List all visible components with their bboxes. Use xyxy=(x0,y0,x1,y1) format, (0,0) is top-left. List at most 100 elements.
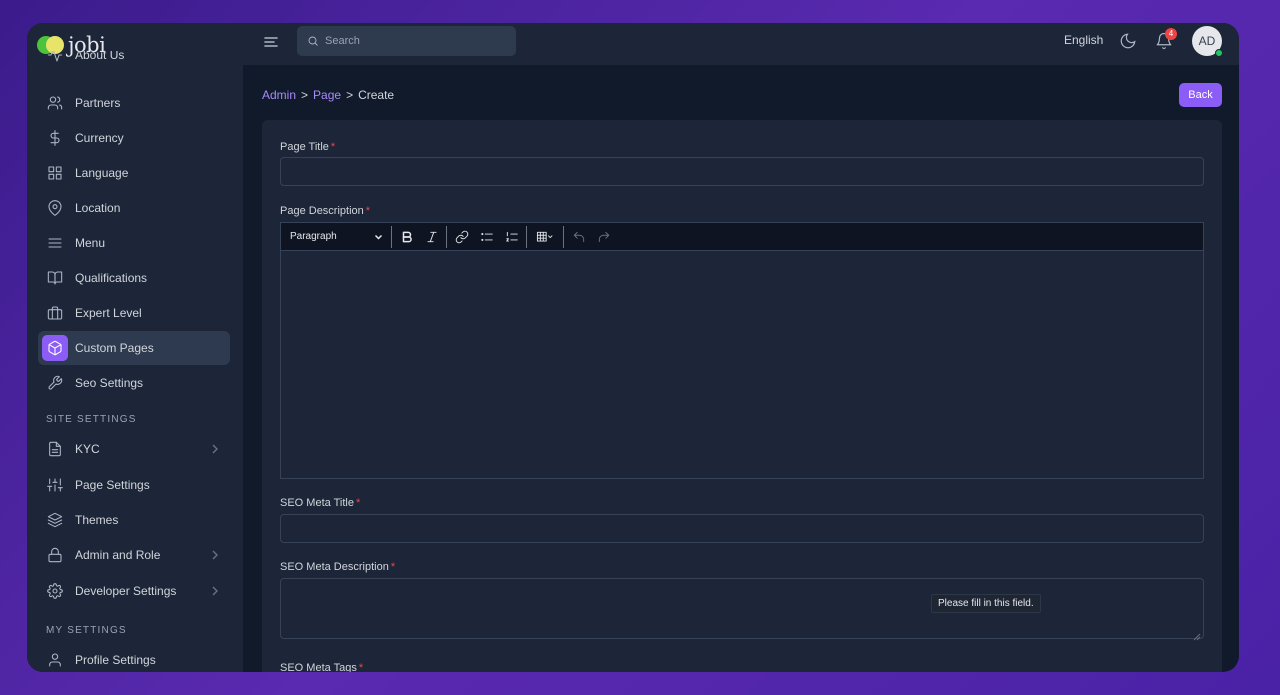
toolbar-divider xyxy=(446,225,447,248)
file-icon xyxy=(42,436,68,462)
sidebar-item-profile-settings[interactable]: Profile Settings xyxy=(38,643,230,672)
breadcrumb-current: Create xyxy=(358,88,395,102)
sidebar-item-themes[interactable]: Themes xyxy=(38,503,230,537)
chevron-right-icon xyxy=(210,585,220,597)
editor-content-area[interactable] xyxy=(281,251,1203,478)
seo-meta-title-label: SEO Meta Title * xyxy=(280,497,361,509)
resize-handle-icon[interactable] xyxy=(1193,628,1201,641)
sidebar-item-partners[interactable]: Partners xyxy=(38,86,230,120)
sidebar-item-label: Partners xyxy=(75,96,121,110)
moon-icon[interactable] xyxy=(1119,32,1137,50)
validation-tooltip: Please fill in this field. xyxy=(931,594,1041,613)
sidebar-item-expert-level[interactable]: Expert Level xyxy=(38,296,230,330)
toolbar-divider xyxy=(563,225,564,248)
sidebar-item-label: Expert Level xyxy=(75,306,142,320)
seo-meta-title-input[interactable] xyxy=(280,514,1204,543)
paragraph-format-value: Paragraph xyxy=(290,231,337,242)
insert-table-icon[interactable] xyxy=(529,223,561,251)
sidebar-item-label: Seo Settings xyxy=(75,376,144,390)
briefcase-icon xyxy=(42,300,68,326)
user-icon xyxy=(42,647,68,672)
sidebar-item-label: About Us xyxy=(75,51,125,62)
language-selector[interactable]: English xyxy=(1064,33,1103,47)
sidebar-item-label: Page Settings xyxy=(75,478,150,492)
sidebar-item-menu[interactable]: Menu xyxy=(38,226,230,260)
sidebar-item-language[interactable]: Language xyxy=(38,156,230,190)
sidebar-item-location[interactable]: Location xyxy=(38,191,230,225)
breadcrumb: Admin > Page > Create xyxy=(262,88,394,102)
bell-icon[interactable]: 4 xyxy=(1155,28,1177,50)
avatar-initials: AD xyxy=(1198,34,1216,48)
users-icon xyxy=(42,90,68,116)
sidebar-item-developer-settings[interactable]: Developer Settings xyxy=(38,574,230,608)
sidebar-item-seo-settings[interactable]: Seo Settings xyxy=(38,366,230,400)
wrench-icon xyxy=(42,370,68,396)
avatar[interactable]: AD xyxy=(1192,26,1223,57)
app-window: jobi About Us Partners Currency Language xyxy=(27,23,1239,672)
menu-icon xyxy=(42,230,68,256)
section-title-site-settings: SITE SETTINGS xyxy=(46,414,137,425)
box-icon xyxy=(42,335,68,361)
section-title-my-settings: MY SETTINGS xyxy=(46,625,127,636)
breadcrumb-page-link[interactable]: Page xyxy=(313,88,341,102)
bulleted-list-icon[interactable] xyxy=(474,223,499,251)
sidebar-item-kyc[interactable]: KYC xyxy=(38,432,230,466)
activity-icon xyxy=(42,51,68,68)
numbered-list-icon[interactable] xyxy=(499,223,524,251)
top-bar: English 4 AD xyxy=(243,23,1239,65)
sidebar-item-label: Language xyxy=(75,166,129,180)
toolbar-divider xyxy=(391,225,392,248)
grid-icon xyxy=(42,160,68,186)
page-title-label: Page Title * xyxy=(280,141,336,153)
sidebar-item-qualifications[interactable]: Qualifications xyxy=(38,261,230,295)
sidebar-item-about-us[interactable]: About Us xyxy=(38,51,230,71)
sidebar-item-label: Themes xyxy=(75,513,119,527)
paragraph-format-select[interactable]: Paragraph xyxy=(281,223,389,251)
breadcrumb-separator: > xyxy=(346,88,354,102)
page-description-label: Page Description * xyxy=(280,205,371,217)
sidebar-item-page-settings[interactable]: Page Settings xyxy=(38,468,230,502)
page-title-input[interactable] xyxy=(280,157,1204,186)
book-icon xyxy=(42,265,68,291)
sidebar-item-label: Menu xyxy=(75,236,106,250)
online-status-dot xyxy=(1215,49,1223,57)
breadcrumb-admin-link[interactable]: Admin xyxy=(262,88,296,102)
sliders-icon xyxy=(42,472,68,498)
chevron-right-icon xyxy=(210,549,220,561)
seo-meta-tags-label: SEO Meta Tags * xyxy=(280,662,364,672)
redo-icon[interactable] xyxy=(591,223,616,251)
dollar-icon xyxy=(42,125,68,151)
italic-icon[interactable] xyxy=(419,223,444,251)
sidebar-item-custom-pages[interactable]: Custom Pages xyxy=(38,331,230,365)
search-icon xyxy=(308,36,318,46)
search-input[interactable] xyxy=(325,35,505,47)
sidebar-item-label: KYC xyxy=(75,442,100,456)
breadcrumb-separator: > xyxy=(301,88,309,102)
toolbar-divider xyxy=(526,225,527,248)
chevron-right-icon xyxy=(210,443,220,455)
seo-meta-description-label: SEO Meta Description * xyxy=(280,561,396,573)
chevron-down-icon xyxy=(374,233,383,241)
search-box[interactable] xyxy=(297,26,516,56)
lock-icon xyxy=(42,542,68,568)
sidebar-item-currency[interactable]: Currency xyxy=(38,121,230,155)
editor-toolbar: Paragraph xyxy=(281,223,1203,251)
notification-badge: 4 xyxy=(1165,28,1177,40)
sidebar-item-admin-and-role[interactable]: Admin and Role xyxy=(38,538,230,572)
sidebar-item-label: Custom Pages xyxy=(75,341,154,355)
sidebar-item-label: Admin and Role xyxy=(75,548,161,562)
sidebar: jobi About Us Partners Currency Language xyxy=(27,23,243,672)
rich-text-editor: Paragraph xyxy=(280,222,1204,479)
menu-toggle-icon[interactable] xyxy=(263,34,279,50)
sidebar-item-label: Profile Settings xyxy=(75,653,156,667)
link-icon[interactable] xyxy=(449,223,474,251)
sidebar-item-label: Location xyxy=(75,201,121,215)
sidebar-item-label: Qualifications xyxy=(75,271,148,285)
layers-icon xyxy=(42,507,68,533)
seo-meta-description-textarea[interactable] xyxy=(280,578,1204,641)
bold-icon[interactable] xyxy=(394,223,419,251)
undo-icon[interactable] xyxy=(566,223,591,251)
back-button[interactable]: Back xyxy=(1179,83,1222,107)
gear-icon xyxy=(42,578,68,604)
sidebar-item-label: Currency xyxy=(75,131,124,145)
